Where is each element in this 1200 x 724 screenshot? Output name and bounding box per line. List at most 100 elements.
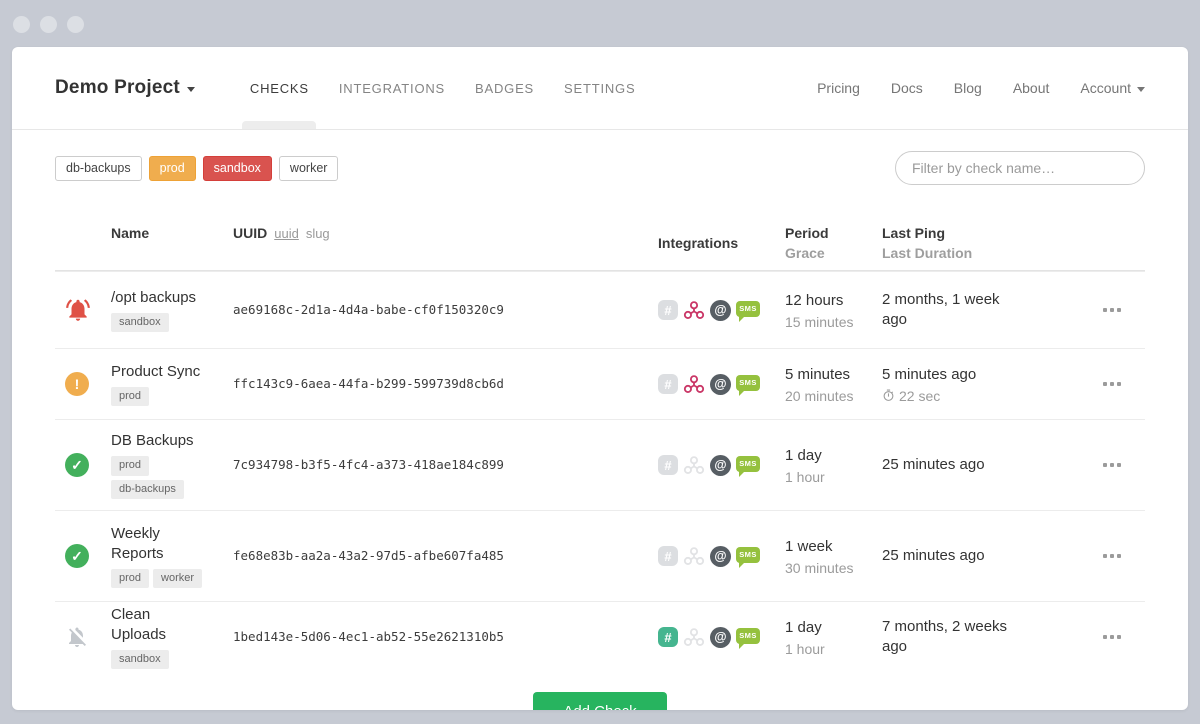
check-uuid[interactable]: 7c934798-b3f5-4fc4-a373-418ae184c899	[233, 457, 504, 472]
check-uuid[interactable]: ffc143c9-6aea-44fa-b299-599739d8cb6d	[233, 376, 504, 391]
window-controls	[13, 16, 84, 33]
sms-bubble-icon: SMS	[736, 628, 760, 644]
slack-hash-icon: #	[658, 455, 678, 475]
period-value: 12 hours	[785, 291, 882, 311]
add-check-button[interactable]: Add Check	[533, 692, 666, 710]
exclamation-circle-icon: !	[65, 372, 89, 396]
table-footer: Add Check	[55, 692, 1145, 710]
check-name-link[interactable]: DB Backups	[111, 431, 194, 451]
check-circle-icon: ✓	[65, 453, 89, 477]
col-header-last-duration: Last Duration	[882, 245, 1010, 261]
app-header: Demo Project CHECKS INTEGRATIONS BADGES …	[12, 47, 1188, 130]
period-value: 5 minutes	[785, 365, 882, 385]
check-tag[interactable]: prod	[111, 569, 149, 588]
check-uuid[interactable]: 1bed143e-5d06-4ec1-ab52-55e2621310b5	[233, 629, 504, 644]
check-name-link[interactable]: Weekly Reports	[111, 524, 209, 564]
tab-settings[interactable]: SETTINGS	[549, 47, 650, 129]
col-header-name: Name	[111, 225, 233, 261]
filter-tag-db-backups[interactable]: db-backups	[55, 156, 142, 181]
filter-tag-sandbox[interactable]: sandbox	[203, 156, 272, 181]
email-at-icon: @	[710, 374, 731, 395]
filter-tag-worker[interactable]: worker	[279, 156, 339, 181]
webhook-icon	[683, 626, 705, 648]
last-duration: 22 sec	[882, 388, 1010, 404]
check-tag[interactable]: prod	[111, 387, 149, 406]
sms-bubble-icon: SMS	[736, 375, 760, 391]
row-menu-button[interactable]	[1103, 550, 1121, 562]
check-name-link[interactable]: Clean Uploads	[111, 605, 209, 645]
slack-hash-icon: #	[658, 374, 678, 394]
table-row: ✓ DB Backups prod db-backups 7c934798-b3…	[55, 419, 1145, 510]
grace-value: 15 minutes	[785, 314, 882, 330]
chevron-down-icon	[1137, 87, 1145, 92]
check-uuid[interactable]: ae69168c-2d1a-4d4a-babe-cf0f150320c9	[233, 302, 504, 317]
search-input[interactable]	[895, 151, 1145, 185]
grace-value: 30 minutes	[785, 560, 882, 576]
nav-account[interactable]: Account	[1080, 80, 1145, 96]
slack-hash-icon: #	[658, 546, 678, 566]
check-tag[interactable]: sandbox	[111, 650, 169, 669]
checks-table: Name UUID uuid slug Integrations Period …	[55, 225, 1145, 710]
slack-hash-icon: #	[658, 300, 678, 320]
last-ping-value: 5 minutes ago	[882, 365, 1010, 385]
slug-toggle-link[interactable]: slug	[306, 226, 330, 241]
nav-about[interactable]: About	[1013, 80, 1050, 96]
col-header-grace: Grace	[785, 245, 882, 261]
col-header-uuid: UUID	[233, 225, 267, 241]
last-ping-value: 2 months, 1 week ago	[882, 290, 1010, 330]
period-value: 1 day	[785, 618, 882, 638]
sms-bubble-icon: SMS	[736, 456, 760, 472]
webhook-icon	[683, 545, 705, 567]
check-tag[interactable]: db-backups	[111, 480, 184, 499]
check-name-link[interactable]: Product Sync	[111, 362, 200, 382]
slack-hash-icon: #	[658, 627, 678, 647]
filter-tag-prod[interactable]: prod	[149, 156, 196, 181]
tab-checks[interactable]: CHECKS	[235, 47, 324, 129]
check-tag[interactable]: worker	[153, 569, 202, 588]
tab-integrations[interactable]: INTEGRATIONS	[324, 47, 460, 129]
col-header-period: Period	[785, 225, 882, 241]
col-header-integrations: Integrations	[658, 225, 785, 261]
row-menu-button[interactable]	[1103, 304, 1121, 316]
row-menu-button[interactable]	[1103, 459, 1121, 471]
webhook-icon	[683, 299, 705, 321]
check-circle-icon: ✓	[65, 544, 89, 568]
webhook-icon	[683, 373, 705, 395]
table-row: Clean Uploads sandbox 1bed143e-5d06-4ec1…	[55, 601, 1145, 672]
row-menu-button[interactable]	[1103, 378, 1121, 390]
check-uuid[interactable]: fe68e83b-aa2a-43a2-97d5-afbe607fa485	[233, 548, 504, 563]
window-control-dot	[13, 16, 30, 33]
table-row: /opt backups sandbox ae69168c-2d1a-4d4a-…	[55, 271, 1145, 348]
status-cell: !	[55, 372, 111, 396]
check-tag[interactable]: prod	[111, 456, 149, 475]
chevron-down-icon	[187, 87, 195, 92]
last-ping-value: 7 months, 2 weeks ago	[882, 617, 1010, 657]
project-selector[interactable]: Demo Project	[55, 77, 195, 99]
tab-badges[interactable]: BADGES	[460, 47, 549, 129]
table-row: ✓ Weekly Reports prod worker fe68e83b-aa…	[55, 510, 1145, 601]
period-value: 1 day	[785, 446, 882, 466]
col-header-last-ping: Last Ping	[882, 225, 1010, 241]
email-at-icon: @	[710, 300, 731, 321]
row-menu-button[interactable]	[1103, 631, 1121, 643]
last-ping-value: 25 minutes ago	[882, 455, 1010, 475]
table-header: Name UUID uuid slug Integrations Period …	[55, 225, 1145, 271]
check-name-link[interactable]: /opt backups	[111, 288, 196, 308]
account-label: Account	[1080, 80, 1131, 96]
period-value: 1 week	[785, 537, 882, 557]
last-duration-value: 22 sec	[899, 388, 940, 404]
nav-docs[interactable]: Docs	[891, 80, 923, 96]
check-tag[interactable]: sandbox	[111, 313, 169, 332]
nav-pricing[interactable]: Pricing	[817, 80, 860, 96]
uuid-toggle-link[interactable]: uuid	[274, 226, 299, 241]
status-cell	[55, 625, 111, 649]
table-row: ! Product Sync prod ffc143c9-6aea-44fa-b…	[55, 348, 1145, 419]
app-window: Demo Project CHECKS INTEGRATIONS BADGES …	[12, 47, 1188, 710]
status-cell: ✓	[55, 453, 111, 477]
email-at-icon: @	[710, 455, 731, 476]
tag-filter-buttons: db-backups prod sandbox worker	[55, 156, 338, 181]
grace-value: 20 minutes	[785, 388, 882, 404]
nav-blog[interactable]: Blog	[954, 80, 982, 96]
main-tabs: CHECKS INTEGRATIONS BADGES SETTINGS	[235, 47, 651, 129]
grace-value: 1 hour	[785, 641, 882, 657]
